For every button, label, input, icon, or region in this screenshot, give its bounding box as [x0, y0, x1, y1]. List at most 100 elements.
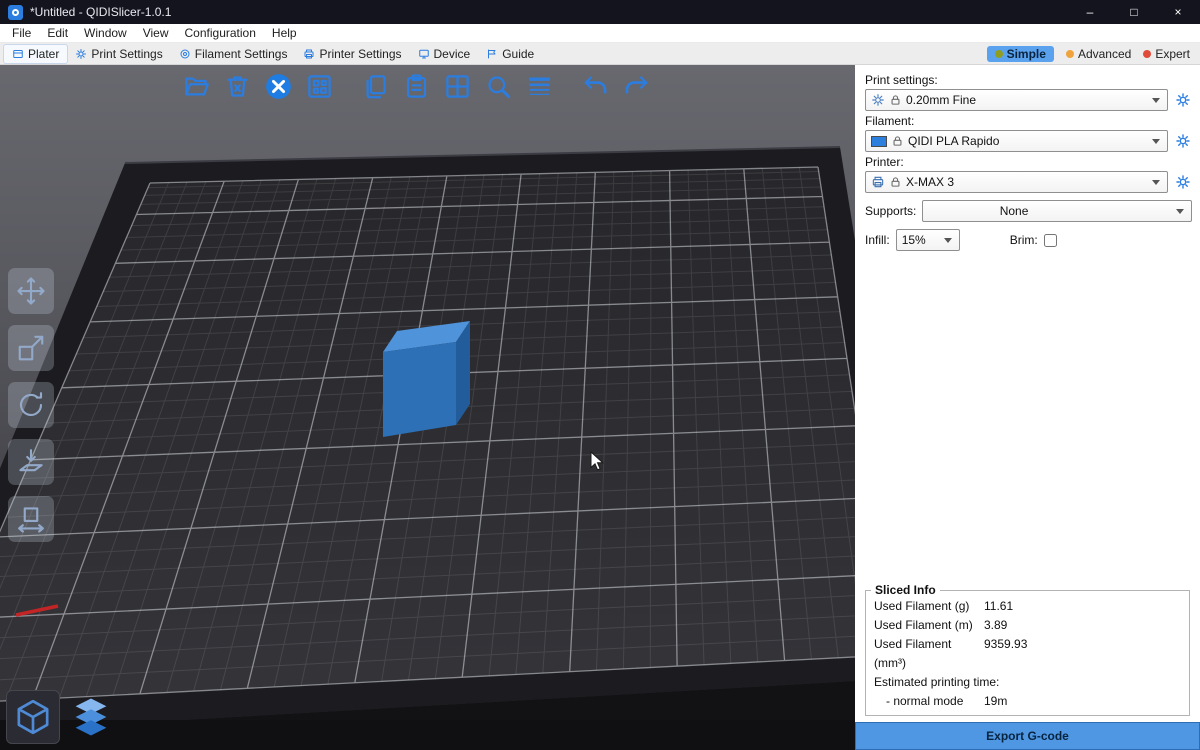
- place-on-face-button[interactable]: [8, 439, 54, 485]
- preset-gear-icon: [871, 93, 885, 107]
- scale-icon: [16, 333, 46, 363]
- si-value: 9359.93: [984, 635, 1181, 673]
- menu-bar: File Edit Window View Configuration Help: [0, 24, 1200, 43]
- maximize-button[interactable]: □: [1112, 0, 1156, 24]
- si-label: Used Filament (m): [874, 616, 984, 635]
- copy-button[interactable]: [359, 70, 391, 102]
- scene-3d[interactable]: [0, 65, 855, 750]
- tab-label: Device: [434, 47, 471, 61]
- si-label: - normal mode: [874, 692, 984, 711]
- menu-window[interactable]: Window: [76, 25, 135, 41]
- si-value: 11.61: [984, 597, 1181, 616]
- editor-view-button[interactable]: [6, 690, 60, 744]
- menu-view[interactable]: View: [135, 25, 177, 41]
- plater-icon: [12, 48, 24, 60]
- infill-combo[interactable]: 15%: [896, 229, 960, 251]
- gear-icon: [1175, 92, 1191, 108]
- dropdown-caret-icon: [1152, 98, 1160, 103]
- filament-value: QIDI PLA Rapido: [908, 134, 999, 148]
- menu-edit[interactable]: Edit: [39, 25, 76, 41]
- delete-button[interactable]: [221, 70, 253, 102]
- print-settings-combo[interactable]: 0.20mm Fine: [865, 89, 1168, 111]
- mode-expert[interactable]: Expert: [1143, 47, 1190, 61]
- printer-combo[interactable]: X-MAX 3: [865, 171, 1168, 193]
- lock-icon: [892, 135, 903, 147]
- printer-label: Printer:: [865, 155, 1192, 169]
- brim-label: Brim:: [1010, 233, 1038, 247]
- supports-label: Supports:: [865, 204, 916, 218]
- menu-configuration[interactable]: Configuration: [177, 25, 264, 41]
- cube-view-icon: [13, 697, 53, 737]
- print-settings-label: Print settings:: [865, 73, 1192, 87]
- filament-combo[interactable]: QIDI PLA Rapido: [865, 130, 1168, 152]
- tab-plater[interactable]: Plater: [4, 45, 67, 63]
- arrange-button[interactable]: [303, 70, 335, 102]
- print-settings-edit-button[interactable]: [1174, 91, 1192, 109]
- dropdown-caret-icon: [944, 238, 952, 243]
- tab-guide[interactable]: Guide: [478, 45, 542, 63]
- menu-file[interactable]: File: [4, 25, 39, 41]
- scale-button[interactable]: [8, 325, 54, 371]
- lock-icon: [890, 94, 901, 106]
- undo-button[interactable]: [579, 70, 611, 102]
- printer-value: X-MAX 3: [906, 175, 954, 189]
- mode-advanced[interactable]: Advanced: [1066, 47, 1131, 61]
- mode-simple[interactable]: Simple: [987, 46, 1054, 62]
- open-folder-icon: [183, 73, 210, 100]
- tab-print-settings[interactable]: Print Settings: [67, 45, 170, 63]
- simple-dot-icon: [995, 50, 1003, 58]
- sliced-info-row: Used Filament (g) 11.61: [866, 597, 1189, 616]
- delete-all-button[interactable]: [262, 70, 294, 102]
- export-gcode-button[interactable]: Export G-code: [855, 722, 1200, 750]
- variable-layer-height-button[interactable]: [523, 70, 555, 102]
- sidebar: Print settings: 0.20mm Fine Filament: QI…: [855, 65, 1200, 750]
- preview-button[interactable]: [64, 690, 118, 744]
- infill-value: 15%: [902, 233, 926, 247]
- menu-help[interactable]: Help: [264, 25, 305, 41]
- delete-all-icon: [265, 73, 292, 100]
- advanced-dot-icon: [1066, 50, 1074, 58]
- split-button[interactable]: [441, 70, 473, 102]
- window-title: *Untitled - QIDISlicer-1.0.1: [30, 5, 171, 19]
- layers-preview-icon: [71, 697, 111, 737]
- model-cube[interactable]: [383, 321, 470, 437]
- build-plate: [0, 167, 855, 705]
- tab-filament-settings[interactable]: Filament Settings: [171, 45, 296, 63]
- app-icon: [8, 5, 23, 20]
- rotate-icon: [16, 390, 46, 420]
- tab-device[interactable]: Device: [410, 45, 479, 63]
- rotate-button[interactable]: [8, 382, 54, 428]
- guide-icon: [486, 48, 498, 60]
- supports-value: None: [1000, 204, 1029, 218]
- paste-button[interactable]: [400, 70, 432, 102]
- gear-icon: [75, 48, 87, 60]
- sliced-info-row: - normal mode 19m: [866, 692, 1189, 711]
- filament-color-swatch: [871, 136, 887, 147]
- viewport-3d[interactable]: [0, 65, 855, 750]
- layers-icon: [526, 73, 553, 100]
- measure-button[interactable]: [8, 496, 54, 542]
- open-button[interactable]: [180, 70, 212, 102]
- trash-delete-icon: [224, 73, 251, 100]
- mode-label: Advanced: [1078, 47, 1131, 61]
- printer-icon: [303, 48, 315, 60]
- printer-edit-button[interactable]: [1174, 173, 1192, 191]
- tab-label: Printer Settings: [319, 47, 401, 61]
- si-label: Used Filament (mm³): [874, 635, 984, 673]
- move-button[interactable]: [8, 268, 54, 314]
- gear-icon: [1175, 174, 1191, 190]
- filament-edit-button[interactable]: [1174, 132, 1192, 150]
- redo-button[interactable]: [620, 70, 652, 102]
- tab-printer-settings[interactable]: Printer Settings: [295, 45, 409, 63]
- si-value: 3.89: [984, 616, 1181, 635]
- sliced-info-panel: Sliced Info Used Filament (g) 11.61 Used…: [865, 583, 1190, 716]
- gizmo-toolbar: [8, 268, 54, 542]
- minimize-button[interactable]: –: [1068, 0, 1112, 24]
- copy-icon: [362, 73, 389, 100]
- search-button[interactable]: [482, 70, 514, 102]
- supports-combo[interactable]: None: [922, 200, 1192, 222]
- brim-checkbox[interactable]: [1044, 234, 1057, 247]
- dropdown-caret-icon: [1176, 209, 1184, 214]
- dropdown-caret-icon: [1152, 139, 1160, 144]
- close-button[interactable]: ×: [1156, 0, 1200, 24]
